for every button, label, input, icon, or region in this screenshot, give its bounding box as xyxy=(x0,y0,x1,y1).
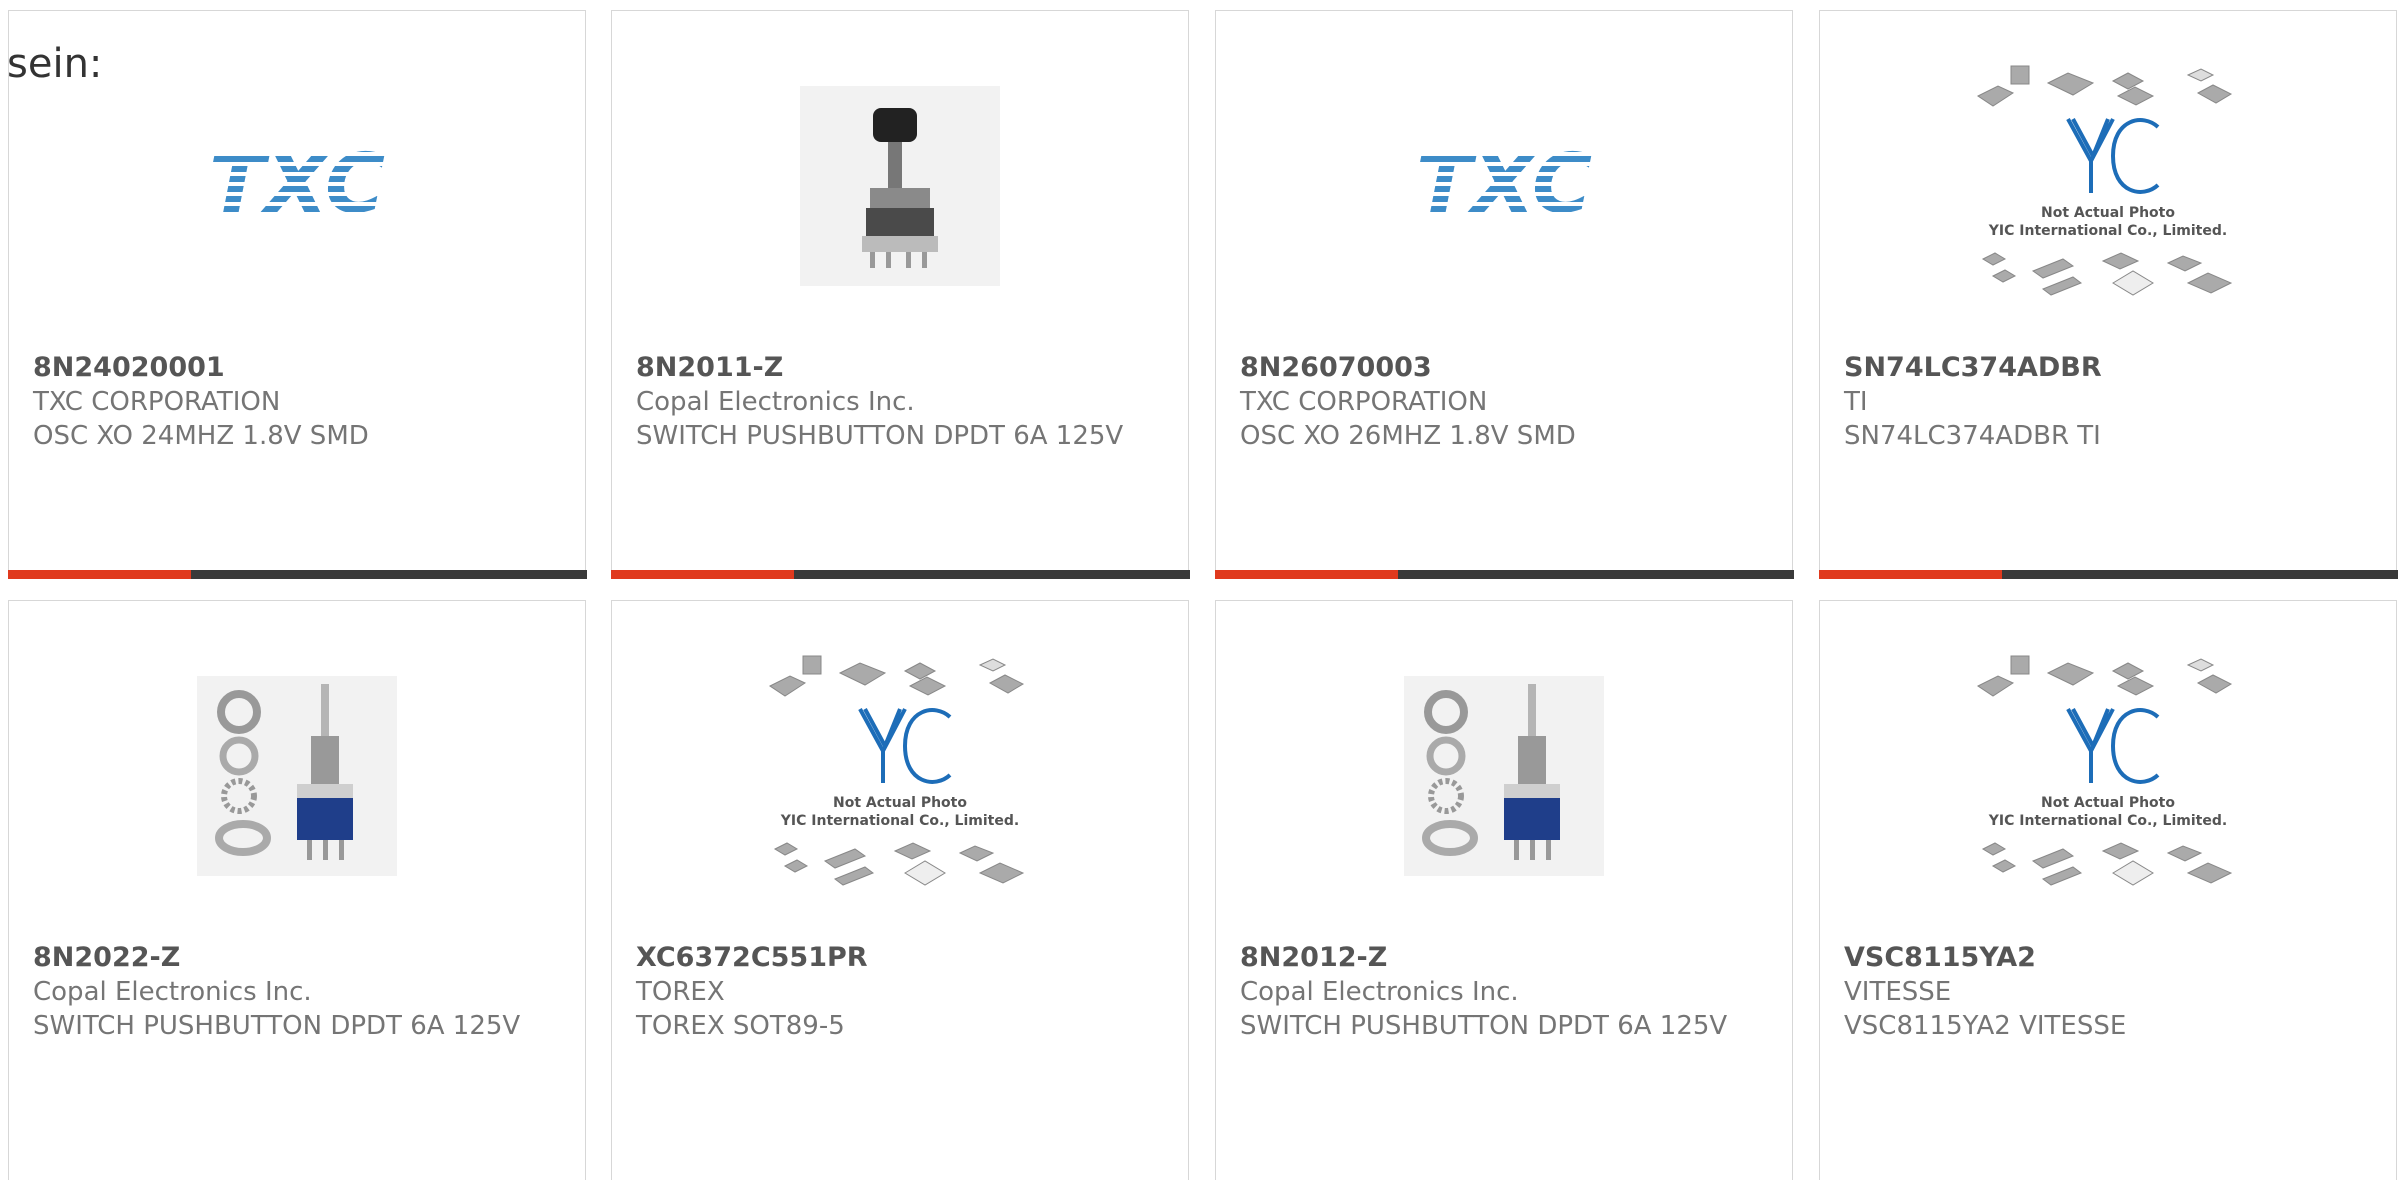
product-description: VSC8115YA2 VITESSE xyxy=(1844,1011,2127,1041)
manufacturer-name: Copal Electronics Inc. xyxy=(33,977,312,1007)
product-image[interactable] xyxy=(1216,646,1792,906)
svg-text:Not Actual Photo: Not Actual Photo xyxy=(2041,795,2175,811)
svg-text:TXC: TXC xyxy=(1416,146,1592,226)
svg-text:YIC International Co., Limited: YIC International Co., Limited. xyxy=(780,813,1019,829)
part-number-link[interactable]: 8N26070003 xyxy=(1240,351,1752,385)
part-number-link[interactable]: 8N2011-Z xyxy=(636,351,1148,385)
product-image[interactable] xyxy=(612,56,1188,316)
product-card[interactable]: 8N2011-Z Copal Electronics Inc. SWITCH P… xyxy=(610,10,1190,579)
product-card[interactable]: Not Actual Photo YIC International Co., … xyxy=(1818,10,2398,579)
product-card[interactable]: 8N2022-Z Copal Electronics Inc. SWITCH P… xyxy=(8,600,586,1180)
part-number-link[interactable]: 8N2012-Z xyxy=(1240,941,1752,975)
card-bottom-bar xyxy=(7,569,587,579)
card-bottom-bar xyxy=(1818,569,2398,579)
product-image[interactable]: Not Actual Photo YIC International Co., … xyxy=(612,646,1188,906)
card-bottom-bar xyxy=(1214,569,1794,579)
part-number-link[interactable]: 8N2022-Z xyxy=(33,941,545,975)
pushbutton-switch-icon xyxy=(800,86,1000,286)
product-card[interactable]: Not Actual Photo YIC International Co., … xyxy=(1819,600,2397,1180)
card-bottom-bar xyxy=(610,569,1190,579)
part-number-link[interactable]: XC6372C551PR xyxy=(636,941,1148,975)
part-number-link[interactable]: 8N24020001 xyxy=(33,351,545,385)
toggle-switch-icon xyxy=(197,676,397,876)
product-image[interactable]: Not Actual Photo YIC International Co., … xyxy=(1820,56,2396,316)
product-description: TOREX SOT89-5 xyxy=(636,1011,845,1041)
txc-logo: TXC xyxy=(1416,146,1592,226)
part-number-link[interactable]: SN74LC374ADBR xyxy=(1844,351,2356,385)
manufacturer-name: TXC CORPORATION xyxy=(33,387,281,417)
product-image[interactable]: TXC xyxy=(9,56,585,316)
yic-placeholder-icon: Not Actual Photo YIC International Co., … xyxy=(1977,655,2233,886)
product-description: SWITCH PUSHBUTTON DPDT 6A 125V xyxy=(1240,1011,1728,1041)
product-description: SN74LC374ADBR TI xyxy=(1844,421,2101,451)
manufacturer-name: TOREX xyxy=(636,977,725,1007)
product-description: SWITCH PUSHBUTTON DPDT 6A 125V xyxy=(33,1011,521,1041)
svg-text:YIC International Co., Limited: YIC International Co., Limited. xyxy=(1988,813,2227,829)
product-image[interactable]: TXC xyxy=(1216,56,1792,316)
product-image[interactable] xyxy=(9,646,585,906)
product-card[interactable]: TXC 8N26070003 TXC CORPORATION OSC XO 26… xyxy=(1214,10,1794,579)
page-intro-text: sein: xyxy=(7,41,103,87)
svg-text:YIC International Co., Limited: YIC International Co., Limited. xyxy=(1988,223,2227,239)
yic-placeholder-icon: Not Actual Photo YIC International Co., … xyxy=(769,655,1025,886)
manufacturer-name: TXC CORPORATION xyxy=(1240,387,1488,417)
svg-text:Not Actual Photo: Not Actual Photo xyxy=(833,795,967,811)
product-card[interactable]: TXC 8N24020001 TXC CORPORATION OSC XO 24… xyxy=(7,10,587,579)
product-card[interactable]: Not Actual Photo YIC International Co., … xyxy=(611,600,1189,1180)
product-description: SWITCH PUSHBUTTON DPDT 6A 125V xyxy=(636,421,1124,451)
part-number-link[interactable]: VSC8115YA2 xyxy=(1844,941,2356,975)
product-card[interactable]: 8N2012-Z Copal Electronics Inc. SWITCH P… xyxy=(1215,600,1793,1180)
product-description: OSC XO 24MHZ 1.8V SMD xyxy=(33,421,369,451)
manufacturer-name: VITESSE xyxy=(1844,977,1952,1007)
toggle-switch-icon xyxy=(1404,676,1604,876)
product-image[interactable]: Not Actual Photo YIC International Co., … xyxy=(1820,646,2396,906)
manufacturer-name: Copal Electronics Inc. xyxy=(636,387,915,417)
svg-text:TXC: TXC xyxy=(209,146,385,226)
yic-placeholder-icon: Not Actual Photo YIC International Co., … xyxy=(1977,65,2233,296)
manufacturer-name: Copal Electronics Inc. xyxy=(1240,977,1519,1007)
svg-text:Not Actual Photo: Not Actual Photo xyxy=(2041,205,2175,221)
product-description: OSC XO 26MHZ 1.8V SMD xyxy=(1240,421,1576,451)
txc-logo: TXC xyxy=(209,146,385,226)
manufacturer-name: TI xyxy=(1844,387,1868,417)
